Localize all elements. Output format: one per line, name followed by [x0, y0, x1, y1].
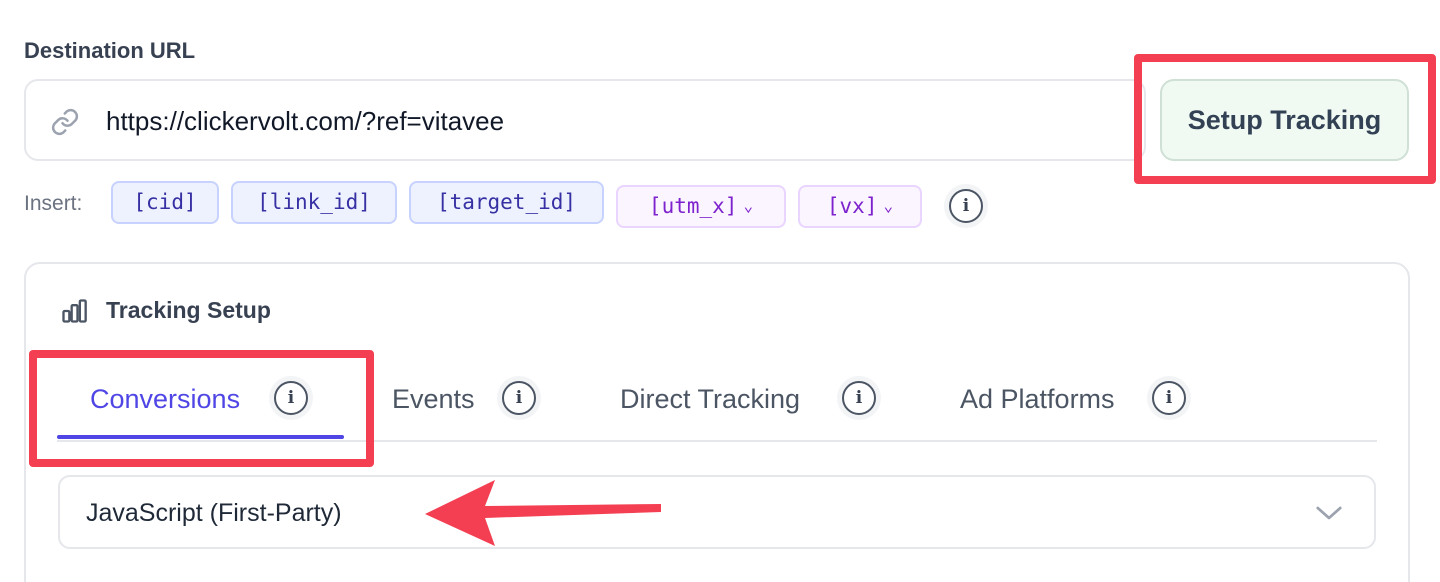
tracking-method-select[interactable]: JavaScript (First-Party): [58, 475, 1376, 549]
destination-url-label: Destination URL: [24, 38, 196, 63]
info-icon[interactable]: i: [949, 189, 983, 223]
tracking-method-value: JavaScript (First-Party): [86, 499, 342, 527]
token-utm-x-label: [utm_x]: [648, 194, 738, 218]
info-icon[interactable]: i: [502, 381, 536, 415]
chevron-down-icon: [1316, 506, 1342, 520]
tab-events[interactable]: Events: [392, 384, 475, 415]
tabs-divider: [57, 440, 1377, 442]
token-utm-x-dropdown[interactable]: [utm_x] ⌄: [616, 185, 786, 228]
token-vx-dropdown[interactable]: [vx] ⌄: [798, 185, 922, 228]
destination-url-input[interactable]: [106, 99, 1106, 143]
info-icon[interactable]: i: [1152, 381, 1186, 415]
active-tab-indicator: [57, 435, 344, 439]
destination-url-field[interactable]: [24, 79, 1146, 161]
tab-conversions[interactable]: Conversions: [90, 384, 240, 415]
setup-tracking-button[interactable]: Setup Tracking: [1160, 79, 1409, 161]
link-icon: [51, 108, 79, 136]
info-icon[interactable]: i: [274, 381, 308, 415]
token-vx-label: [vx]: [826, 194, 878, 218]
tab-ad-platforms[interactable]: Ad Platforms: [960, 384, 1115, 415]
tracking-setup-title: Tracking Setup: [106, 297, 271, 323]
tab-direct-tracking[interactable]: Direct Tracking: [620, 384, 800, 415]
insert-label: Insert:: [24, 192, 83, 215]
chevron-down-icon: ⌄: [743, 196, 754, 215]
info-icon[interactable]: i: [842, 381, 876, 415]
token-target-id[interactable]: [target_id]: [409, 181, 604, 224]
chevron-down-icon: ⌄: [883, 196, 894, 215]
bar-chart-icon: [62, 299, 87, 323]
token-cid[interactable]: [cid]: [111, 181, 219, 224]
token-link-id[interactable]: [link_id]: [231, 181, 397, 224]
